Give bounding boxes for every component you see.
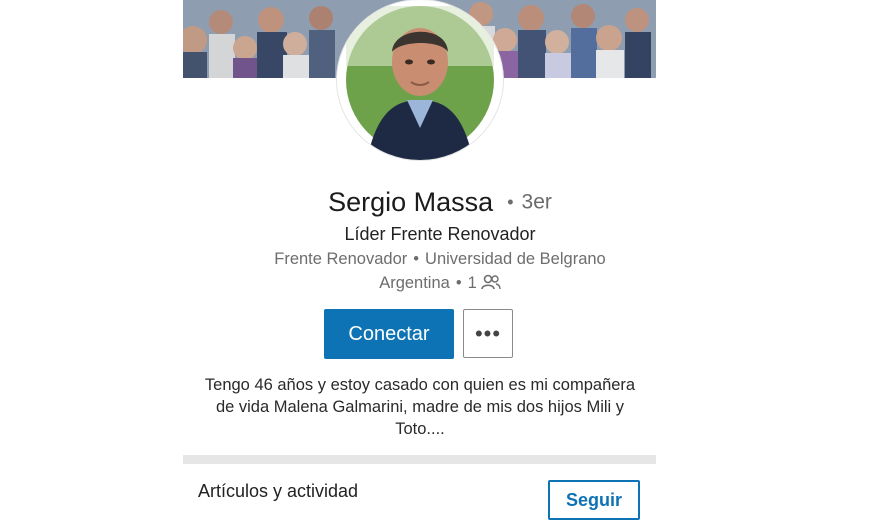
profile-summary[interactable]: Tengo 46 años y estoy casado con quien e…: [200, 374, 640, 440]
connections-count[interactable]: 1: [468, 274, 477, 292]
profile-location-row: Argentina • 1: [0, 274, 880, 295]
profile-location: Argentina: [379, 274, 450, 292]
follow-button[interactable]: Seguir: [548, 480, 640, 520]
profile-name: Sergio Massa: [328, 187, 494, 217]
company-link[interactable]: Frente Renovador: [274, 250, 407, 268]
profile-name-row: Sergio Massa • 3er: [0, 187, 880, 223]
profile-headline: Líder Frente Renovador: [344, 224, 536, 244]
connection-degree: 3er: [521, 190, 552, 214]
profile-affiliations: Frente Renovador • Universidad de Belgrano: [0, 250, 880, 269]
people-icon[interactable]: [480, 274, 501, 295]
more-options-button[interactable]: •••: [463, 309, 513, 358]
activity-section-title: Artículos y actividad: [198, 481, 359, 501]
section-divider: [183, 455, 656, 464]
separator-dot: •: [455, 274, 462, 292]
separator-dot: •: [507, 192, 514, 212]
profile-photo[interactable]: [337, 0, 503, 160]
separator-dot: •: [413, 250, 420, 268]
more-horizontal-icon: •••: [474, 320, 502, 346]
connect-button[interactable]: Conectar: [324, 309, 454, 359]
school-link[interactable]: Universidad de Belgrano: [425, 250, 606, 268]
